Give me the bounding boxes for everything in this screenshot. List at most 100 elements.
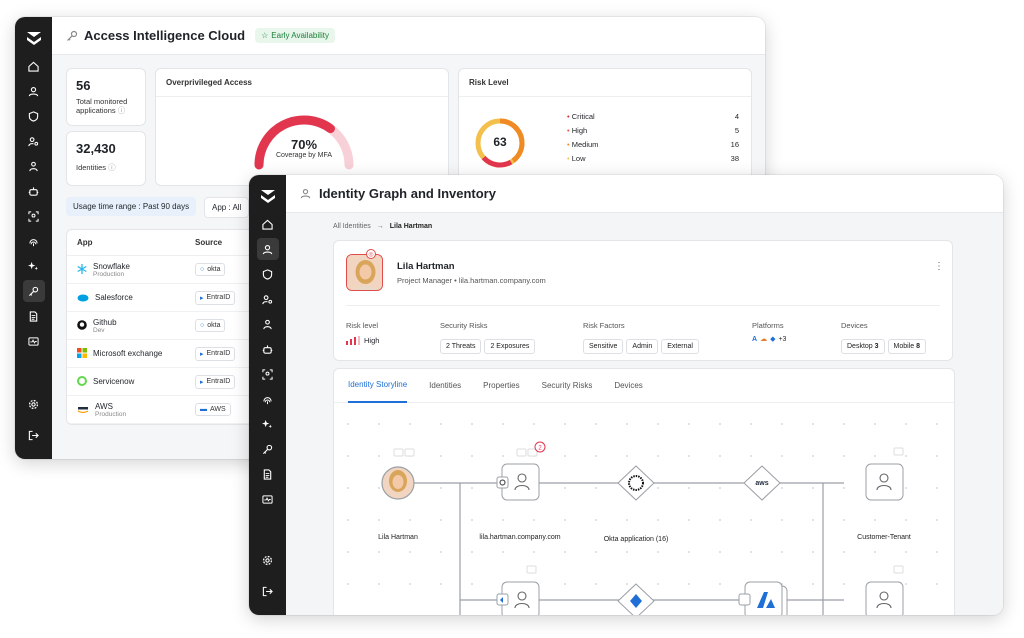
diamond-icon: ◆ (770, 336, 776, 343)
page-header: Identity Graph and Inventory (286, 175, 1003, 213)
source-label: okta (207, 322, 221, 329)
field-label: Devices (841, 321, 868, 330)
settings-gear-icon[interactable] (257, 549, 279, 571)
okta-application-node[interactable] (617, 465, 655, 501)
scan-user-icon[interactable] (257, 363, 279, 385)
left-nav-rail (15, 17, 52, 459)
activity-icon[interactable] (23, 330, 45, 352)
source-icon: ▬ (200, 406, 207, 413)
home-icon[interactable] (23, 55, 45, 77)
breadcrumb-current: Lila Hartman (389, 223, 433, 230)
document-icon[interactable] (23, 305, 45, 327)
customer-tenant-node[interactable] (865, 447, 904, 501)
more-options-icon[interactable]: ⋮ (934, 261, 944, 272)
shield-icon[interactable] (23, 105, 45, 127)
user-icon[interactable] (23, 80, 45, 102)
person-icon[interactable] (23, 155, 45, 177)
node-label: lila.hartman.company.com (479, 534, 561, 541)
tab-identities[interactable]: Identities (429, 369, 461, 403)
early-availability-badge: ☆ Early Availability (255, 28, 335, 43)
tab-properties[interactable]: Properties (483, 369, 519, 403)
settings-gear-icon[interactable] (23, 393, 45, 415)
identity-node-lila[interactable] (381, 466, 415, 500)
account-node-lower[interactable] (496, 565, 540, 615)
avatar (346, 254, 383, 291)
source-chip: ○ okta (195, 263, 226, 276)
activity-icon[interactable] (257, 488, 279, 510)
logout-icon[interactable] (257, 580, 279, 602)
robot-icon[interactable] (257, 338, 279, 360)
azure-icon: A (752, 335, 758, 343)
star-icon: ☆ (261, 31, 269, 40)
app-name: AWS (95, 401, 113, 411)
table-row[interactable]: AWS Production ▬ AWS (67, 396, 261, 424)
stat-card-identities: 32,430 Identities ⓘ (66, 131, 146, 186)
logout-icon[interactable] (23, 424, 45, 446)
table-row[interactable]: Salesforce ▸ EntraID (67, 284, 261, 312)
app-name: Snowflake (93, 261, 130, 271)
fingerprint-icon[interactable] (23, 230, 45, 252)
robot-icon[interactable] (23, 180, 45, 202)
risk-level-card: Risk Level 63 • Critical 4 • High 5 • Medium… (458, 68, 752, 186)
fingerprint-icon[interactable] (257, 388, 279, 410)
user-key-icon[interactable] (23, 130, 45, 152)
field-label: Risk Factors (583, 321, 625, 330)
sparkle-icon[interactable] (257, 413, 279, 435)
table-row[interactable]: Github Dev ○ okta (67, 312, 261, 340)
tab-devices[interactable]: Devices (614, 369, 642, 403)
table-row[interactable]: Servicenow ▸ EntraID (67, 368, 261, 396)
source-label: EntraID (206, 350, 231, 357)
platforms-more-count: +3 (778, 335, 787, 343)
threats-chip[interactable]: 2 Threats (440, 339, 482, 354)
alert-shield-icon: ◎ (366, 249, 376, 259)
aws-icon (77, 401, 89, 419)
key-icon[interactable] (257, 438, 279, 460)
scan-user-icon[interactable] (23, 205, 45, 227)
mfa-caption: Coverage by MFA (275, 152, 333, 159)
field-label: Security Risks (440, 321, 488, 330)
node-label: Customer-Tenant (857, 534, 911, 541)
home-icon[interactable] (257, 213, 279, 235)
tab-security-risks[interactable]: Security Risks (542, 369, 593, 403)
user-key-icon[interactable] (257, 288, 279, 310)
app-name: Github (93, 317, 117, 327)
azure-stack-node[interactable] (738, 581, 788, 615)
key-icon[interactable] (22, 280, 45, 302)
tenant-node-lower[interactable] (865, 565, 904, 615)
account-node[interactable] (496, 463, 540, 501)
risk-level-row: • Medium 16 (567, 137, 739, 151)
source-chip: ▸ EntraID (195, 346, 236, 361)
status-dot-icon: • (567, 111, 570, 121)
usage-time-range-filter[interactable]: Usage time range : Past 90 days (66, 197, 197, 216)
breadcrumb: All Identities → Lila Hartman (333, 223, 432, 230)
person-icon[interactable] (257, 313, 279, 335)
exposures-chip[interactable]: 2 Exposures (484, 339, 536, 354)
risk-level-row: • Critical 4 (567, 109, 739, 123)
aws-node[interactable]: aws (743, 465, 781, 501)
source-label: EntraID (206, 378, 231, 385)
app-filter[interactable]: App : All (204, 197, 250, 218)
identity-profile-card: ◎ Lila Hartman Project Manager • lila.ha… (333, 240, 953, 361)
document-icon[interactable] (257, 463, 279, 485)
app-name: Salesforce (95, 293, 133, 302)
status-dot-icon: • (567, 153, 570, 163)
source-chip: ▸ EntraID (195, 374, 236, 389)
card-title: Risk Level (459, 69, 751, 97)
sparkle-icon[interactable] (23, 255, 45, 277)
entra-diamond-node[interactable] (617, 583, 655, 615)
risk-level-label: Critical (571, 111, 595, 121)
breadcrumb-root[interactable]: All Identities (333, 223, 371, 230)
table-row[interactable]: Microsoft exchange ▸ EntraID (67, 340, 261, 368)
risk-level-value: High (364, 336, 380, 345)
user-icon[interactable] (256, 238, 279, 260)
tab-identity-storyline[interactable]: Identity Storyline (348, 369, 408, 403)
shield-icon[interactable] (257, 263, 279, 285)
source-icon: ▸ (200, 350, 204, 358)
risk-level-label: Low (571, 153, 586, 163)
app-environment: Production (95, 410, 127, 418)
mobile-devices-chip[interactable]: Mobile 8 (887, 339, 927, 354)
risk-level-label: Medium (571, 139, 599, 149)
stat-value: 32,430 (76, 141, 116, 156)
table-row[interactable]: Snowflake Production ○ okta (67, 256, 261, 284)
desktop-devices-chip[interactable]: Desktop 3 (841, 339, 885, 354)
